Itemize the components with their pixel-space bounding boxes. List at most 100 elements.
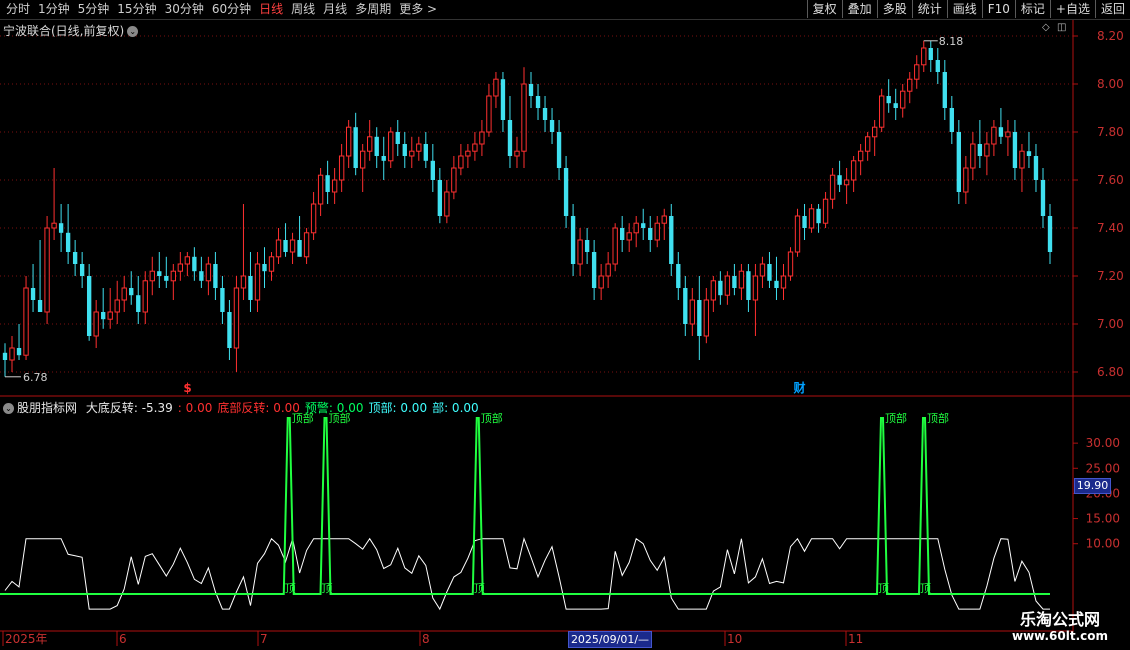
candle-body <box>620 228 625 240</box>
candle-body <box>654 222 660 241</box>
cursor-date: 2025/09/01/— <box>568 631 652 648</box>
indicator-tick-label: 15.00 <box>1086 512 1120 526</box>
candle-body <box>184 256 191 265</box>
candle-body <box>605 263 611 277</box>
date-tick-label: 10 <box>727 632 742 646</box>
candle-body <box>331 179 338 193</box>
candle-body <box>921 47 927 66</box>
date-tick-label: 11 <box>848 632 863 646</box>
price-tick-label: 7.60 <box>1097 173 1124 187</box>
candle-body <box>914 64 920 80</box>
date-tick-label: 6 <box>119 632 127 646</box>
candle-body <box>2 352 8 360</box>
candle-body <box>248 276 253 300</box>
candle-body <box>767 264 772 281</box>
chart-controls: ◇ ◫ <box>1042 23 1067 33</box>
indicator-value: 预警: 0.00 <box>304 401 364 415</box>
bottom-signal-label: 顶 <box>920 582 931 595</box>
candle-body <box>170 270 176 282</box>
candle-body <box>240 275 247 289</box>
candle-body <box>808 208 815 229</box>
kline-chart: 8.20 8.00 7.80 7.60 7.40 7.20 7.00 6.80 8.18 6.78… <box>0 20 1130 646</box>
oscillator-line <box>4 536 1050 611</box>
candle-body <box>598 275 604 289</box>
candle-body <box>759 263 766 277</box>
candle-body <box>338 155 345 181</box>
candle-body <box>283 240 288 252</box>
candle-body <box>486 95 492 133</box>
diamond-icon[interactable]: ◇ <box>1042 23 1052 33</box>
candle-body <box>51 222 57 229</box>
candle-body <box>542 108 548 120</box>
candle-body <box>268 256 275 272</box>
indicator-value: : 0.00 <box>177 401 213 415</box>
candle-body <box>850 160 857 181</box>
date-tick-label: 8 <box>422 632 430 646</box>
price-tick-label: 7.20 <box>1097 269 1124 283</box>
candle-body <box>697 300 702 336</box>
candle-body <box>871 126 878 138</box>
candle-body <box>233 287 240 349</box>
candle-body <box>199 271 204 281</box>
low-label: 6.78 <box>23 371 48 384</box>
candle-body <box>227 312 232 348</box>
candle-body <box>774 280 779 288</box>
candle-body <box>612 227 618 265</box>
candle-body <box>353 127 358 168</box>
candle-body <box>164 276 169 281</box>
bottom-signal-label: 顶 <box>474 582 485 595</box>
candle-body <box>829 174 836 200</box>
window-toggle-icon[interactable]: ◫ <box>1057 23 1067 33</box>
candle-body <box>886 96 891 104</box>
candle-body <box>297 240 302 257</box>
candle-body <box>472 143 478 152</box>
candle-body <box>262 264 267 272</box>
stock-title: 宁波联合(日线,前复权) <box>3 24 125 38</box>
candle-body <box>738 270 745 289</box>
candle-body <box>528 84 534 96</box>
indicator-tick-label: 10.00 <box>1086 537 1120 551</box>
candle-body <box>521 83 527 152</box>
indicator-value: 顶部: 0.00 <box>368 401 428 415</box>
candle-body <box>325 175 330 192</box>
candle-body <box>879 95 885 128</box>
price-tick-label: 7.00 <box>1097 317 1124 331</box>
candle-body <box>157 271 162 276</box>
candle-body <box>107 311 113 320</box>
top-signal-label: 顶部 <box>481 411 503 425</box>
candle-body <box>843 179 850 186</box>
candle-body <box>563 168 569 216</box>
candle-body <box>402 144 407 156</box>
candle-body <box>1005 131 1011 138</box>
candle-body <box>991 126 997 145</box>
indicator-title: ⌄ 股朋指标网 大底反转: -5.39: 0.00 底部反转: 0.00 预警: 0.… <box>3 399 484 416</box>
candle-body <box>381 156 386 161</box>
candle-body <box>710 280 717 301</box>
bottom-signal-label: 顶 <box>285 582 296 595</box>
candle-body <box>676 264 681 288</box>
candle-body <box>1047 216 1053 252</box>
watermark-title: 乐淘公式网 <box>1019 610 1100 629</box>
candle-body <box>101 312 106 320</box>
indicator-dropdown-icon[interactable]: ⌄ <box>3 403 14 414</box>
candle-body <box>942 72 947 108</box>
candle-body <box>86 276 92 336</box>
candle-body <box>864 136 871 152</box>
event-marker: 财 <box>793 380 806 395</box>
candle-body <box>549 120 555 132</box>
candle-body <box>451 167 457 193</box>
candle-body <box>114 299 120 313</box>
candle-body <box>254 263 261 301</box>
candle-body <box>669 216 674 264</box>
candle-body <box>149 270 155 282</box>
candle-body <box>1019 150 1025 169</box>
candle-body <box>275 239 282 258</box>
chevron-down-icon[interactable]: ⌄ <box>127 26 139 37</box>
indicator-current-value: 19.90 <box>1074 478 1111 494</box>
candle-body <box>345 126 352 157</box>
candle-body <box>514 150 520 157</box>
candle-body <box>317 174 324 205</box>
candle-body <box>58 223 64 233</box>
candle-body <box>746 271 751 300</box>
candle-body <box>423 144 428 161</box>
